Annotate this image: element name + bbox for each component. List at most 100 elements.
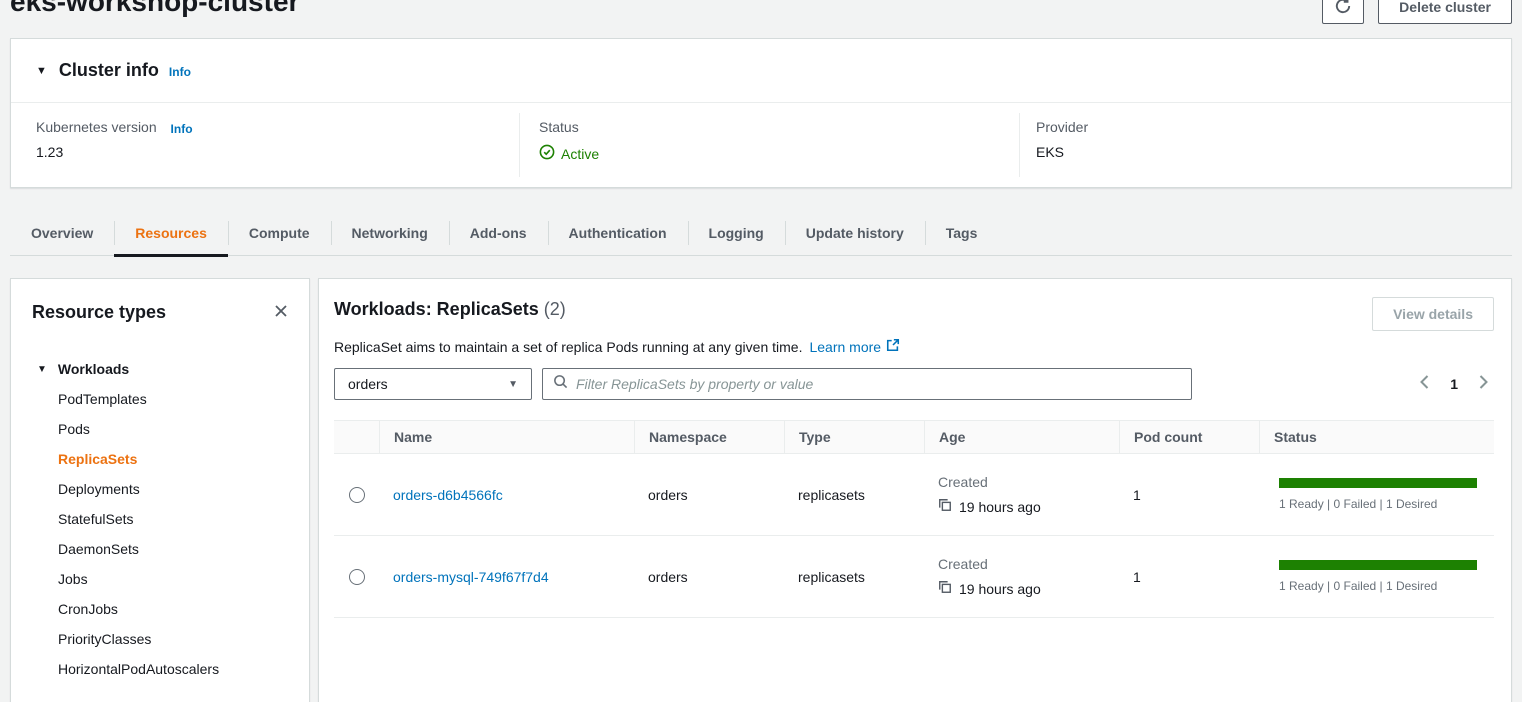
- sidebar-item-cronjobs[interactable]: CronJobs: [11, 594, 309, 624]
- namespace-cell: orders: [634, 569, 784, 585]
- header-actions: Delete cluster: [1322, 0, 1512, 24]
- dropdown-selected-value: orders: [348, 376, 388, 392]
- kubernetes-version-field: Kubernetes version Info 1.23: [36, 119, 193, 160]
- table-row: orders-d6b4566fc orders replicasets Crea…: [334, 454, 1494, 536]
- check-circle-icon: [539, 144, 555, 163]
- tab-overview[interactable]: Overview: [10, 210, 114, 255]
- provider-label: Provider: [1036, 119, 1088, 135]
- table-header-row: Name Namespace Type Age Pod count Status: [334, 420, 1494, 454]
- tab-compute[interactable]: Compute: [228, 210, 331, 255]
- copy-icon[interactable]: [938, 580, 952, 597]
- kubernetes-version-info-link[interactable]: Info: [171, 122, 193, 136]
- sidebar-item-replicasets[interactable]: ReplicaSets: [11, 444, 309, 474]
- age-created-label: Created: [938, 474, 1119, 490]
- search-icon: [553, 374, 568, 394]
- sidebar-group-workloads: ▼ Workloads PodTemplates Pods ReplicaSet…: [11, 354, 309, 684]
- refresh-button[interactable]: [1322, 0, 1364, 24]
- tab-add-ons[interactable]: Add-ons: [449, 210, 548, 255]
- refresh-icon: [1334, 0, 1352, 18]
- pod-count-cell: 1: [1119, 487, 1259, 503]
- tab-logging[interactable]: Logging: [688, 210, 785, 255]
- age-cell: Created 19 hours ago: [924, 474, 1119, 515]
- cluster-info-body: Kubernetes version Info 1.23 Status Acti…: [11, 103, 1511, 187]
- type-cell: replicasets: [784, 569, 924, 585]
- tab-networking[interactable]: Networking: [331, 210, 449, 255]
- replicaset-name-link[interactable]: orders-mysql-749f67f7d4: [393, 569, 549, 585]
- age-value: 19 hours ago: [959, 581, 1041, 597]
- previous-page-button[interactable]: [1416, 372, 1433, 395]
- sidebar-item-pods[interactable]: Pods: [11, 414, 309, 444]
- status-summary: 1 Ready | 0 Failed | 1 Desired: [1279, 579, 1477, 593]
- column-header-type[interactable]: Type: [784, 421, 924, 453]
- collapse-triangle-icon[interactable]: ▼: [36, 65, 47, 77]
- column-header-namespace[interactable]: Namespace: [634, 421, 784, 453]
- divider: [519, 113, 520, 177]
- delete-cluster-button[interactable]: Delete cluster: [1378, 0, 1512, 24]
- status-field: Status Active: [539, 119, 599, 163]
- sidebar-item-horizontalpodautoscalers[interactable]: HorizontalPodAutoscalers: [11, 654, 309, 684]
- age-value: 19 hours ago: [959, 499, 1041, 515]
- item-count: (2): [544, 299, 566, 319]
- current-page-number: 1: [1450, 376, 1458, 392]
- status-cell: 1 Ready | 0 Failed | 1 Desired: [1259, 478, 1494, 511]
- learn-more-link[interactable]: Learn more: [809, 338, 900, 355]
- table-row: orders-mysql-749f67f7d4 orders replicase…: [334, 536, 1494, 618]
- column-header-name[interactable]: Name: [379, 421, 634, 453]
- sidebar-group-workloads-toggle[interactable]: ▼ Workloads: [11, 354, 309, 384]
- column-header-age[interactable]: Age: [924, 421, 1119, 453]
- close-panel-button[interactable]: [271, 301, 291, 324]
- cluster-info-header[interactable]: ▼ Cluster info Info: [11, 39, 1511, 103]
- chevron-left-icon: [1418, 374, 1431, 393]
- chevron-right-icon: [1477, 374, 1490, 393]
- type-cell: replicasets: [784, 487, 924, 503]
- kubernetes-version-value: 1.23: [36, 144, 193, 160]
- provider-field: Provider EKS: [1036, 119, 1088, 160]
- filter-search-box: [542, 368, 1192, 400]
- status-progress-bar: [1279, 560, 1477, 570]
- chevron-down-icon: ▼: [37, 364, 47, 375]
- tab-tags[interactable]: Tags: [925, 210, 999, 255]
- row-select-radio[interactable]: [349, 487, 365, 503]
- age-created-label: Created: [938, 556, 1119, 572]
- column-header-pod-count[interactable]: Pod count: [1119, 421, 1259, 453]
- replicasets-panel: Workloads: ReplicaSets(2) View details R…: [318, 278, 1512, 702]
- tab-authentication[interactable]: Authentication: [548, 210, 688, 255]
- filter-search-input[interactable]: [576, 376, 1181, 392]
- resource-types-title: Resource types: [32, 302, 166, 323]
- status-value: Active: [539, 144, 599, 163]
- tab-resources[interactable]: Resources: [114, 210, 228, 255]
- cluster-info-info-link[interactable]: Info: [169, 65, 191, 79]
- panel-description: ReplicaSet aims to maintain a set of rep…: [334, 338, 1494, 355]
- cluster-info-title: Cluster info: [59, 60, 159, 81]
- namespace-cell: orders: [634, 487, 784, 503]
- close-icon: [273, 303, 289, 322]
- select-all-header: [334, 421, 379, 453]
- panel-title: Workloads: ReplicaSets(2): [334, 297, 566, 320]
- status-cell: 1 Ready | 0 Failed | 1 Desired: [1259, 560, 1494, 593]
- sidebar-item-jobs[interactable]: Jobs: [11, 564, 309, 594]
- sidebar-item-statefulsets[interactable]: StatefulSets: [11, 504, 309, 534]
- replicaset-name-link[interactable]: orders-d6b4566fc: [393, 487, 503, 503]
- replicasets-table: Name Namespace Type Age Pod count Status…: [334, 420, 1494, 618]
- sidebar-item-podtemplates[interactable]: PodTemplates: [11, 384, 309, 414]
- caret-down-icon: ▼: [508, 379, 518, 390]
- external-link-icon: [886, 338, 900, 355]
- sidebar-group-label: Workloads: [58, 361, 129, 377]
- tab-update-history[interactable]: Update history: [785, 210, 925, 255]
- sidebar-item-priorityclasses[interactable]: PriorityClasses: [11, 624, 309, 654]
- next-page-button[interactable]: [1475, 372, 1492, 395]
- kubernetes-version-label: Kubernetes version Info: [36, 119, 193, 135]
- pagination: 1: [1416, 372, 1492, 395]
- cluster-tabs: Overview Resources Compute Networking Ad…: [10, 210, 1512, 256]
- sidebar-item-daemonsets[interactable]: DaemonSets: [11, 534, 309, 564]
- status-progress-bar: [1279, 478, 1477, 488]
- view-details-button[interactable]: View details: [1372, 297, 1494, 331]
- copy-icon[interactable]: [938, 498, 952, 515]
- property-filter-dropdown[interactable]: orders ▼: [334, 368, 532, 400]
- column-header-status[interactable]: Status: [1259, 421, 1494, 453]
- status-summary: 1 Ready | 0 Failed | 1 Desired: [1279, 497, 1477, 511]
- page-title: eks-workshop-cluster: [10, 0, 299, 18]
- sidebar-item-deployments[interactable]: Deployments: [11, 474, 309, 504]
- resource-types-panel: Resource types ▼ Workloads PodTemplates …: [10, 278, 310, 702]
- row-select-radio[interactable]: [349, 569, 365, 585]
